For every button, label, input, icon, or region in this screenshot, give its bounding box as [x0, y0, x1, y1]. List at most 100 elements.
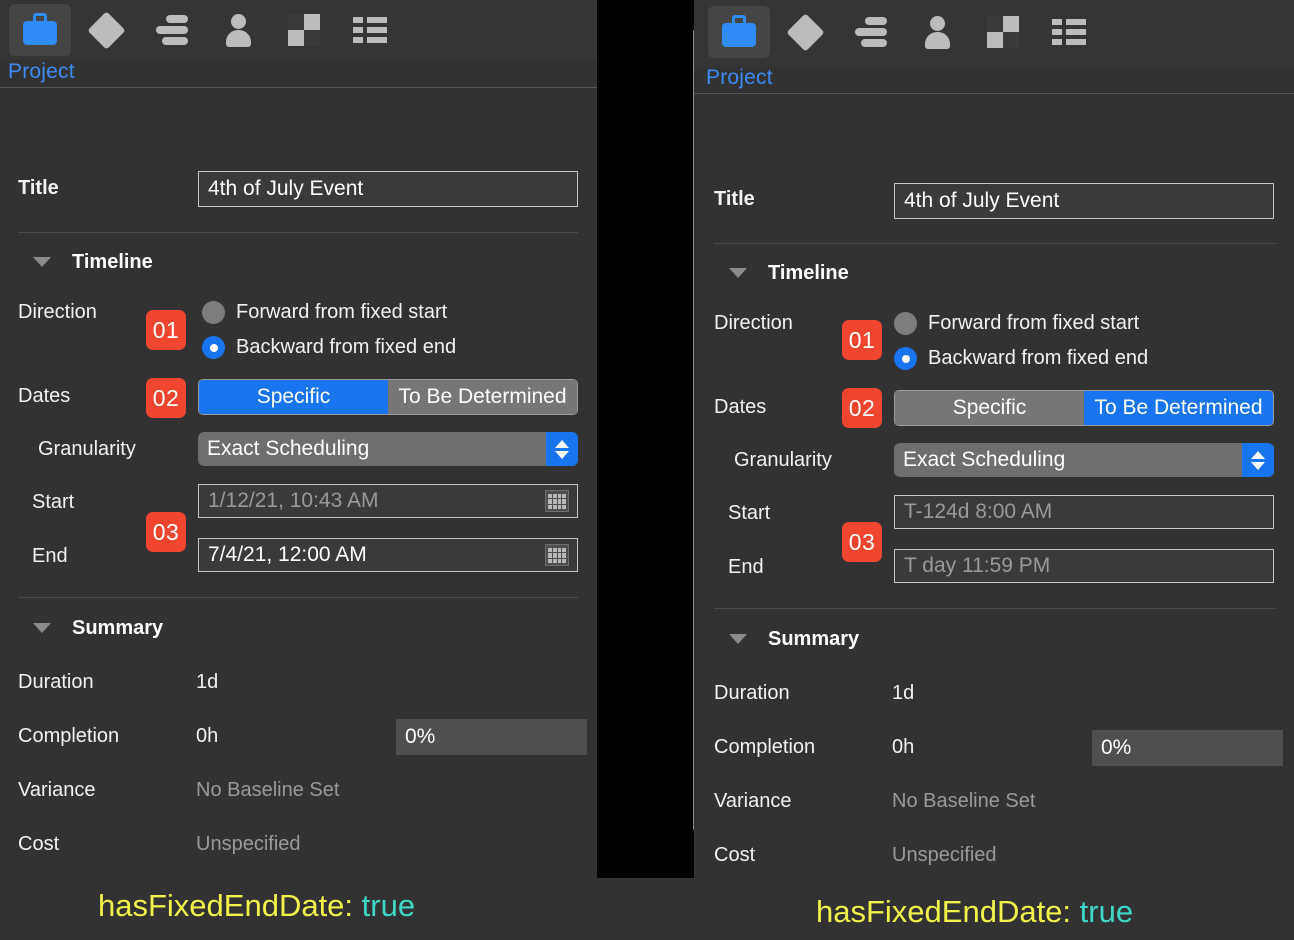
checkerboard-icon [288, 14, 320, 46]
chevron-down-icon [1251, 461, 1265, 470]
toolbar-divider-right [694, 93, 1294, 94]
granularity-label: Granularity [38, 438, 136, 460]
completion-percent-input[interactable]: 0% [396, 719, 587, 755]
inspector-toolbar-left: Project [0, 0, 597, 88]
radio-backward-from-fixed-end-right[interactable]: Backward from fixed end [894, 347, 1148, 370]
granularity-select[interactable]: Exact Scheduling [198, 432, 578, 466]
dates-segmented-control-right[interactable]: Specific To Be Determined [894, 390, 1274, 426]
segment-to-be-determined-right[interactable]: To Be Determined [1084, 391, 1273, 425]
toolbar-button-project[interactable] [9, 4, 71, 56]
list-icon [1052, 19, 1086, 45]
person-icon [919, 15, 955, 49]
end-label-right: End [728, 556, 764, 578]
radio-forward-from-fixed-start-right[interactable]: Forward from fixed start [894, 312, 1139, 335]
briefcase-icon [721, 15, 757, 49]
divider-summary-right [714, 608, 1276, 609]
timeline-section-header-right: Timeline [768, 262, 849, 284]
start-date-input-right[interactable]: T-124d 8:00 AM [894, 495, 1274, 529]
toolbar-button-task-right[interactable] [840, 6, 902, 58]
cost-value: Unspecified [196, 833, 301, 855]
callout-badge-02-right: 02 [842, 388, 882, 428]
completion-label-right: Completion [714, 736, 816, 758]
title-input-right[interactable]: 4th of July Event [894, 183, 1274, 219]
list-icon [353, 17, 387, 43]
end-label: End [32, 545, 68, 567]
title-input[interactable]: 4th of July Event [198, 171, 578, 207]
radio-circle-backward[interactable] [894, 347, 917, 370]
tasks-icon [853, 15, 889, 49]
duration-value-right: 1d [892, 682, 915, 704]
title-label: Title [18, 177, 59, 199]
completion-percent-input-right[interactable]: 0% [1092, 730, 1283, 766]
callout-badge-02: 02 [146, 378, 186, 418]
screenshot-root: Project Title 4th of July Event Timeline… [0, 0, 1294, 940]
end-date-input-right[interactable]: T day 11:59 PM [894, 549, 1274, 583]
callout-badge-03-right: 03 [842, 522, 882, 562]
callout-badge-01-right: 01 [842, 320, 882, 360]
direction-label-right: Direction [714, 312, 793, 334]
black-separator-gap [597, 0, 694, 878]
radio-circle-forward[interactable] [894, 312, 917, 335]
annotation-has-fixed-end-date: hasFixedEndDate: true [98, 888, 415, 924]
duration-label: Duration [18, 671, 94, 693]
segment-specific-right[interactable]: Specific [895, 391, 1084, 425]
toolbar-button-milestone[interactable] [75, 4, 137, 56]
diamond-icon [86, 10, 126, 50]
radio-forward-from-fixed-start[interactable]: Forward from fixed start [202, 301, 447, 324]
dates-segmented-control[interactable]: Specific To Be Determined [198, 379, 578, 415]
segment-to-be-determined[interactable]: To Be Determined [388, 380, 577, 414]
annotation-value-1: true [1079, 894, 1134, 929]
radio-circle-forward[interactable] [202, 301, 225, 324]
duration-label-right: Duration [714, 682, 790, 704]
toolbar-button-resource[interactable] [207, 4, 269, 56]
briefcase-icon [22, 13, 58, 47]
toolbar-button-style[interactable] [273, 4, 335, 56]
variance-value-right: No Baseline Set [892, 790, 1036, 812]
variance-label: Variance [18, 779, 96, 801]
calendar-icon-start[interactable] [545, 490, 569, 512]
annotation-key-1: hasFixedEndDate: [816, 894, 1072, 929]
summary-section-header: Summary [72, 617, 164, 639]
toolbar-button-attributes[interactable] [339, 4, 401, 56]
cost-value-right: Unspecified [892, 844, 997, 866]
inspector-toolbar-right: Project [694, 0, 1294, 94]
duration-value: 1d [196, 671, 219, 693]
granularity-select-right[interactable]: Exact Scheduling [894, 443, 1274, 477]
segment-specific[interactable]: Specific [199, 380, 388, 414]
calendar-icon-end[interactable] [545, 544, 569, 566]
completion-value: 0h [196, 725, 219, 747]
summary-disclosure-triangle-right[interactable] [729, 634, 747, 644]
start-label-right: Start [728, 502, 771, 524]
divider-summary [18, 597, 578, 598]
checkerboard-icon [987, 16, 1019, 48]
toolbar-button-task[interactable] [141, 4, 203, 56]
diamond-icon [785, 12, 825, 52]
radio-backward-from-fixed-end[interactable]: Backward from fixed end [202, 336, 456, 359]
toolbar-divider [0, 87, 597, 88]
toolbar-button-attributes-right[interactable] [1038, 6, 1100, 58]
toolbar-button-resource-right[interactable] [906, 6, 968, 58]
radio-label-forward: Forward from fixed start [236, 301, 448, 323]
end-date-input[interactable]: 7/4/21, 12:00 AM [198, 538, 578, 572]
chevron-up-icon [1251, 450, 1265, 459]
granularity-label-right: Granularity [734, 449, 832, 471]
callout-badge-03: 03 [146, 512, 186, 552]
granularity-stepper[interactable] [546, 432, 578, 466]
toolbar-button-milestone-right[interactable] [774, 6, 836, 58]
timeline-section-header: Timeline [72, 251, 153, 273]
start-date-input[interactable]: 1/12/21, 10:43 AM [198, 484, 578, 518]
timeline-disclosure-triangle[interactable] [33, 257, 51, 267]
completion-value-right: 0h [892, 736, 915, 758]
radio-circle-backward[interactable] [202, 336, 225, 359]
right-capture-panel: Project Title 4th of July Event Timeline… [694, 0, 1294, 940]
toolbar-button-project-right[interactable] [708, 6, 770, 58]
summary-disclosure-triangle[interactable] [33, 623, 51, 633]
toolbar-button-style-right[interactable] [972, 6, 1034, 58]
timeline-disclosure-triangle-right[interactable] [729, 268, 747, 278]
radio-label-backward: Backward from fixed end [236, 336, 457, 358]
granularity-stepper-right[interactable] [1242, 443, 1274, 477]
callout-badge-01: 01 [146, 310, 186, 350]
annotation-has-fixed-end-date-right: hasFixedEndDate: true [816, 894, 1133, 930]
person-icon [220, 13, 256, 47]
dates-label-right: Dates [714, 396, 767, 418]
